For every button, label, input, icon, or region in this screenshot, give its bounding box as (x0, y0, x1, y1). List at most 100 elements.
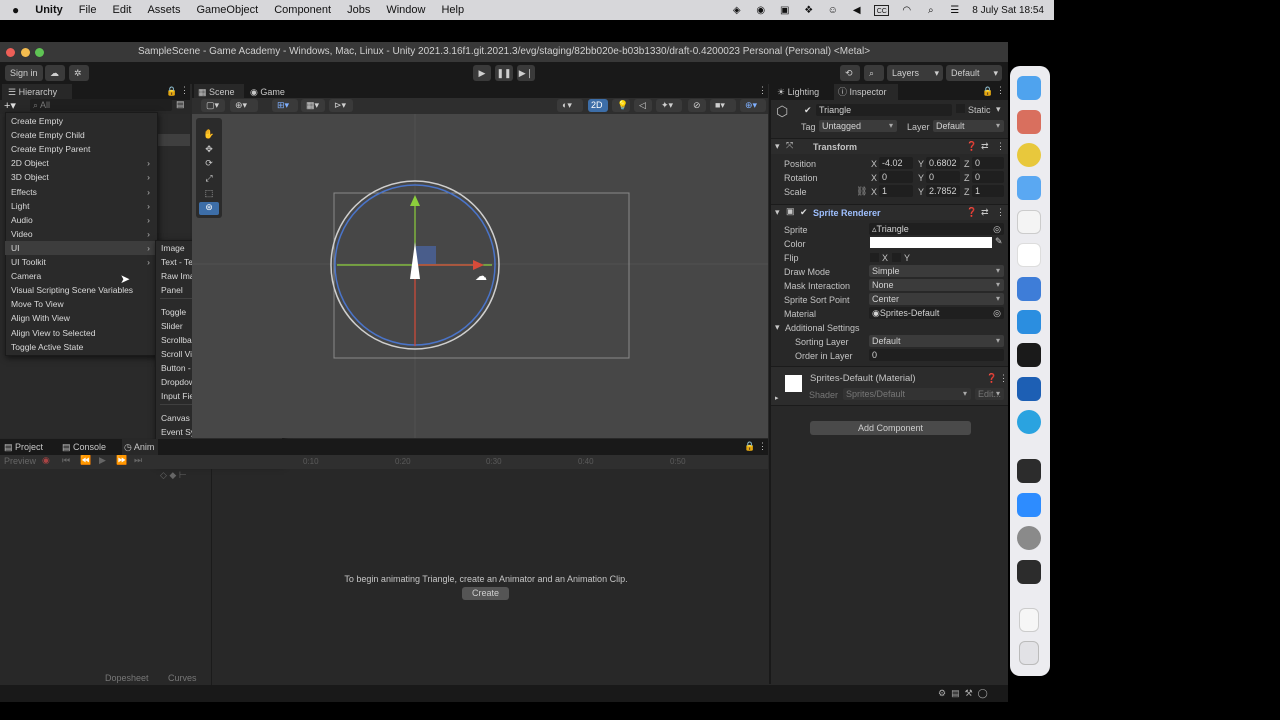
gizmo-dropdown[interactable]: ⊕▾ (230, 99, 258, 112)
menu-unity[interactable]: Unity (35, 4, 63, 16)
active-checkbox[interactable]: ✔ (804, 105, 812, 116)
unity-icon[interactable] (1017, 560, 1041, 584)
tab-animation[interactable]: ◷ Anim (122, 439, 158, 455)
control-center-icon[interactable]: ☰ (948, 5, 961, 16)
position-y-field[interactable]: 0.6802 (926, 157, 960, 169)
foldout-arrow-icon[interactable]: ▾ (775, 141, 780, 152)
step-button[interactable]: ▶❘ (517, 65, 535, 81)
tag-dropdown[interactable]: Untagged (819, 120, 897, 132)
search-icon[interactable]: ⌕ (924, 5, 937, 16)
menu-item[interactable]: UI Toolkit › (5, 255, 158, 269)
fork-icon[interactable] (1017, 277, 1041, 301)
scale-z-field[interactable]: 1 (972, 185, 1004, 197)
rotation-z-field[interactable]: 0 (972, 171, 1004, 183)
foldout-arrow-icon[interactable]: ▾ (775, 207, 780, 218)
volume-icon[interactable]: ◀ (850, 5, 863, 16)
add-component-button[interactable]: Add Component (810, 421, 971, 435)
document-icon[interactable] (1019, 608, 1039, 632)
menu-gameobject[interactable]: GameObject (196, 4, 258, 16)
tab-inspector[interactable]: ⓘ Inspector (834, 84, 898, 100)
more-icon[interactable]: ⋮ (996, 207, 1005, 218)
rotation-y-field[interactable]: 0 (926, 171, 960, 183)
close-button[interactable] (6, 48, 15, 57)
telegram-icon[interactable] (1017, 410, 1041, 434)
terminal-icon[interactable] (1017, 343, 1041, 367)
menu-window[interactable]: Window (386, 4, 425, 16)
menu-item[interactable]: Visual Scripting Scene Variables (5, 283, 158, 297)
status-icons[interactable]: ⚙▤⚒◯ (938, 688, 993, 699)
window-status-icon[interactable]: ▣ (778, 5, 791, 16)
menu-component[interactable]: Component (274, 4, 331, 16)
zoom-button[interactable] (35, 48, 44, 57)
gizmos-dropdown[interactable]: ⊕▾ (740, 99, 766, 112)
flip-x-checkbox[interactable] (870, 253, 879, 262)
presets-icon[interactable]: ⇄ (981, 141, 989, 152)
sign-in-button[interactable]: Sign in (5, 65, 43, 81)
scene-view-dropdown[interactable]: ▢▾ (201, 99, 225, 112)
lock-icon[interactable]: 🔒 (982, 86, 993, 97)
hierarchy-search-input[interactable]: ⌕ All (30, 99, 172, 111)
audio-toggle-icon[interactable]: ◁ (634, 99, 652, 112)
scale-x-field[interactable]: 1 (879, 185, 913, 197)
record-icon[interactable]: ◉ (42, 455, 50, 466)
more-icon[interactable]: ⋮ (999, 373, 1008, 384)
unity-hub-icon[interactable] (1017, 459, 1041, 483)
launchpad-icon[interactable] (1017, 110, 1041, 134)
first-frame-icon[interactable]: ⏮ (62, 455, 70, 466)
tab-console[interactable]: ▤ Console (62, 439, 118, 455)
menu-item[interactable]: Video › (5, 227, 158, 241)
more-icon[interactable]: ⋮ (758, 85, 767, 96)
position-z-field[interactable]: 0 (972, 157, 1004, 169)
prev-frame-icon[interactable]: ⏪ (80, 455, 91, 466)
trash-icon[interactable] (1019, 641, 1039, 665)
menu-item[interactable]: Create Empty Parent (5, 142, 158, 156)
eyedropper-icon[interactable]: ✎ (995, 236, 1003, 247)
cloud-icon[interactable]: ☁ (45, 65, 65, 81)
menu-item[interactable]: UI › (5, 240, 158, 255)
menu-item[interactable]: Light › (5, 199, 158, 213)
zoom-icon[interactable] (1017, 493, 1041, 517)
menu-help[interactable]: Help (441, 4, 464, 16)
hierarchy-options-icon[interactable]: ▤ (176, 99, 185, 110)
menu-item[interactable]: Create Empty Child (5, 128, 158, 142)
menu-item[interactable]: 2D Object › (5, 156, 158, 170)
object-picker-icon[interactable]: ◎ (993, 307, 1001, 319)
shading-dropdown[interactable]: ◐▾ (557, 99, 583, 112)
additional-settings-label[interactable]: Additional Settings (785, 323, 860, 333)
unity-status-icon[interactable]: ◈ (730, 5, 743, 16)
menu-assets[interactable]: Assets (147, 4, 180, 16)
menu-item[interactable]: Align View to Selected (5, 326, 158, 340)
sorting-layer-dropdown[interactable]: Default (869, 335, 1004, 347)
foldout-arrow-icon[interactable]: ▸ (775, 394, 779, 402)
finder-icon[interactable] (1017, 76, 1041, 100)
sprite-sort-point-dropdown[interactable]: Center (869, 293, 1004, 305)
menu-item[interactable]: Toggle Active State (5, 340, 158, 354)
menu-item[interactable]: Camera (5, 269, 158, 283)
menu-edit[interactable]: Edit (112, 4, 131, 16)
vscode-icon[interactable] (1017, 310, 1041, 334)
dropbox-icon[interactable]: ❖ (802, 5, 815, 16)
static-checkbox[interactable] (956, 104, 965, 113)
grid-button[interactable]: ▦▾ (301, 99, 325, 112)
minimize-button[interactable] (21, 48, 30, 57)
layers-dropdown[interactable]: Layers ▾ (887, 65, 943, 81)
preview-toggle[interactable]: Preview (4, 456, 36, 466)
apple-icon[interactable]: ● (12, 3, 19, 17)
lock-icon[interactable]: 🔒 (744, 441, 755, 452)
search-icon[interactable]: ⌕ (864, 65, 884, 81)
camera-dropdown[interactable]: ■▾ (710, 99, 736, 112)
pause-button[interactable]: ❚❚ (495, 65, 513, 81)
position-x-field[interactable]: -4.02 (879, 157, 913, 169)
effects-dropdown[interactable]: ✦▾ (656, 99, 682, 112)
history-icon[interactable]: ⟲ (840, 65, 860, 81)
menu-item[interactable]: Audio › (5, 213, 158, 227)
foldout-arrow-icon[interactable]: ▾ (775, 322, 780, 333)
collab-icon[interactable]: ✲ (69, 65, 89, 81)
static-dropdown-icon[interactable]: ▾ (996, 104, 1001, 115)
chrome-icon[interactable] (1017, 143, 1041, 167)
shader-dropdown[interactable]: Sprites/Default (843, 388, 971, 400)
2d-toggle[interactable]: 2D (588, 99, 608, 112)
more-icon[interactable]: ⋮ (996, 141, 1005, 152)
menu-item[interactable]: Align With View (5, 311, 158, 325)
menu-item[interactable]: Effects › (5, 185, 158, 199)
